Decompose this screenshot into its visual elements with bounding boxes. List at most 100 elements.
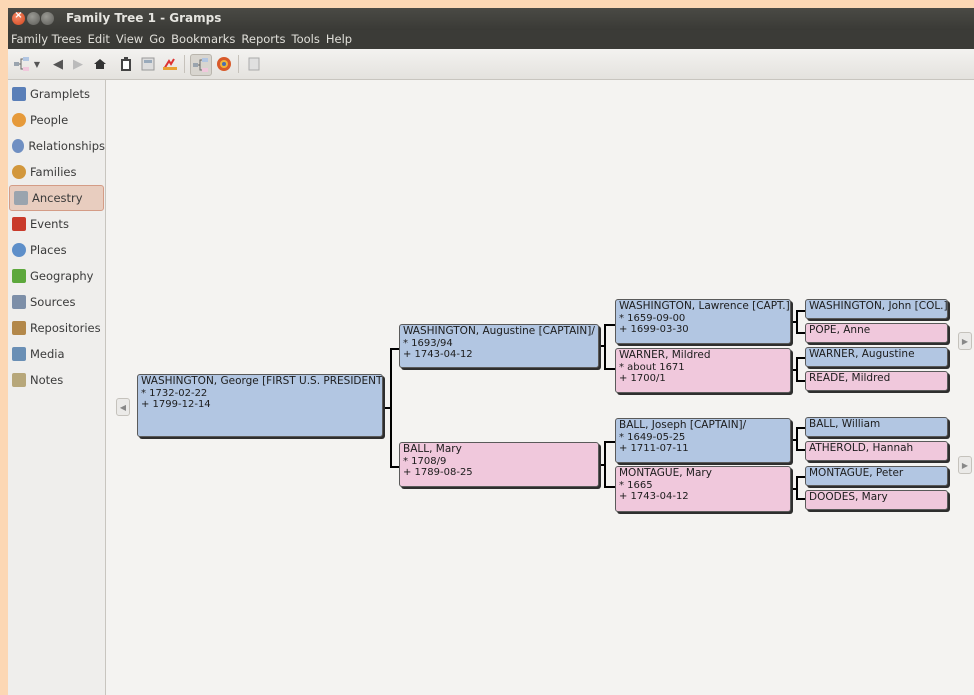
person-box-father[interactable]: WASHINGTON, Augustine [CAPTAIN]/ * 1693/… bbox=[399, 324, 599, 368]
toolbar: ▼ ◀ ▶ bbox=[8, 49, 974, 80]
person-name: ATHEROLD, Hannah bbox=[809, 442, 914, 454]
sidebar-item-events[interactable]: Events bbox=[8, 211, 105, 237]
sidebar-item-label: People bbox=[30, 113, 69, 127]
home-icon[interactable] bbox=[90, 54, 110, 74]
navigate-child-button[interactable]: ◀ bbox=[116, 398, 130, 416]
menu-bookmarks[interactable]: Bookmarks bbox=[168, 30, 238, 46]
person-box-great-grandparent[interactable]: POPE, Anne bbox=[805, 323, 948, 343]
repositories-icon bbox=[12, 321, 26, 335]
sidebar-item-label: Ancestry bbox=[32, 191, 83, 205]
person-box-active[interactable]: WASHINGTON, George [FIRST U.S. PRESIDENT… bbox=[137, 374, 383, 437]
person-name: MONTAGUE, Peter bbox=[809, 467, 904, 479]
media-icon bbox=[12, 347, 26, 361]
navigate-ancestors-button[interactable]: ▶ bbox=[958, 332, 972, 350]
notes-icon bbox=[12, 373, 26, 387]
birth-date: * about 1671 bbox=[619, 361, 685, 373]
person-box-maternal-grandfather[interactable]: BALL, Joseph [CAPTAIN]/ * 1649-05-25 + 1… bbox=[615, 418, 791, 463]
ancestry-icon bbox=[14, 191, 28, 205]
person-box-mother[interactable]: BALL, Mary * 1708/9 + 1789-08-25 bbox=[399, 442, 599, 487]
sidebar-item-ancestry[interactable]: Ancestry bbox=[9, 185, 104, 211]
menu-go[interactable]: Go bbox=[146, 30, 168, 46]
sidebar-item-people[interactable]: People bbox=[8, 107, 105, 133]
connector-line bbox=[796, 427, 798, 451]
bookmark-icon[interactable] bbox=[244, 54, 264, 74]
sidebar-item-label: Media bbox=[30, 347, 65, 361]
toolbar-separator bbox=[238, 55, 239, 73]
person-name: MONTAGUE, Mary bbox=[619, 467, 712, 479]
sidebar-item-families[interactable]: Families bbox=[8, 159, 105, 185]
places-icon bbox=[12, 243, 26, 257]
sidebar-item-label: Families bbox=[30, 165, 77, 179]
sidebar-item-places[interactable]: Places bbox=[8, 237, 105, 263]
connector-line bbox=[390, 348, 392, 468]
connector-line bbox=[796, 357, 798, 382]
menu-edit[interactable]: Edit bbox=[85, 30, 113, 46]
person-name: BALL, Joseph [CAPTAIN]/ bbox=[619, 419, 747, 431]
person-box-paternal-grandmother[interactable]: WARNER, Mildred * about 1671 + 1700/1 bbox=[615, 348, 791, 393]
close-icon: × bbox=[14, 10, 23, 21]
birth-date: * 1708/9 bbox=[403, 455, 447, 467]
sidebar-item-relationships[interactable]: Relationships bbox=[8, 133, 105, 159]
menu-reports[interactable]: Reports bbox=[238, 30, 288, 46]
connector-line bbox=[796, 357, 805, 359]
maximize-window-button[interactable] bbox=[41, 12, 54, 25]
sidebar-item-label: Repositories bbox=[30, 321, 101, 335]
sidebar-item-notes[interactable]: Notes bbox=[8, 367, 105, 393]
sidebar-item-sources[interactable]: Sources bbox=[8, 289, 105, 315]
sidebar-item-label: Geography bbox=[30, 269, 94, 283]
connector-line bbox=[604, 368, 615, 370]
sidebar-item-media[interactable]: Media bbox=[8, 341, 105, 367]
toolbar-separator bbox=[184, 55, 185, 73]
forward-arrow-icon[interactable]: ▶ bbox=[68, 54, 88, 74]
minimize-window-button[interactable] bbox=[27, 12, 40, 25]
person-box-great-grandparent[interactable]: READE, Mildred bbox=[805, 371, 948, 391]
person-box-paternal-grandfather[interactable]: WASHINGTON, Lawrence [CAPT.] * 1659-09-0… bbox=[615, 299, 791, 344]
person-box-maternal-grandmother[interactable]: MONTAGUE, Mary * 1665 + 1743-04-12 bbox=[615, 466, 791, 512]
birth-date: * 1649-05-25 bbox=[619, 431, 686, 443]
sidebar-item-label: Events bbox=[30, 217, 69, 231]
view-dropdown-arrow-icon[interactable]: ▼ bbox=[32, 54, 42, 74]
sidebar-item-gramplets[interactable]: Gramplets bbox=[8, 81, 105, 107]
reports-icon[interactable] bbox=[160, 54, 180, 74]
menu-family-trees[interactable]: Family Trees bbox=[8, 30, 85, 46]
person-box-great-grandparent[interactable]: MONTAGUE, Peter bbox=[805, 466, 948, 486]
person-box-great-grandparent[interactable]: WASHINGTON, John [COL.] bbox=[805, 299, 948, 319]
menu-view[interactable]: View bbox=[113, 30, 146, 46]
person-box-great-grandparent[interactable]: DOODES, Mary bbox=[805, 490, 948, 510]
person-box-great-grandparent[interactable]: WARNER, Augustine bbox=[805, 347, 948, 367]
back-arrow-icon[interactable]: ◀ bbox=[48, 54, 68, 74]
connector-line bbox=[390, 348, 399, 350]
birth-date: * 1693/94 bbox=[403, 337, 453, 349]
person-box-great-grandparent[interactable]: BALL, William bbox=[805, 417, 948, 437]
person-name: BALL, William bbox=[809, 418, 881, 430]
sidebar-item-geography[interactable]: Geography bbox=[8, 263, 105, 289]
connector-line bbox=[796, 332, 805, 334]
sidebar-item-repositories[interactable]: Repositories bbox=[8, 315, 105, 341]
menu-tools[interactable]: Tools bbox=[289, 30, 323, 46]
gramplets-icon bbox=[12, 87, 26, 101]
view-selector-button[interactable] bbox=[12, 54, 32, 74]
connector-line bbox=[796, 476, 805, 478]
death-date: + 1699-03-30 bbox=[619, 324, 689, 335]
person-name: WARNER, Mildred bbox=[619, 349, 711, 361]
birth-date: * 1732-02-22 bbox=[141, 387, 208, 399]
window-title: Family Tree 1 - Gramps bbox=[66, 11, 222, 25]
death-date: + 1743-04-12 bbox=[619, 491, 689, 502]
fan-chart-view-button[interactable] bbox=[214, 54, 234, 74]
pedigree-view-button[interactable] bbox=[190, 54, 212, 76]
clipboard-icon[interactable] bbox=[116, 54, 136, 74]
person-name: WASHINGTON, Lawrence [CAPT.] bbox=[619, 300, 790, 312]
person-box-great-grandparent[interactable]: ATHEROLD, Hannah bbox=[805, 441, 948, 461]
menu-help[interactable]: Help bbox=[323, 30, 355, 46]
death-date: + 1789-08-25 bbox=[403, 467, 473, 478]
fan-chart-icon bbox=[217, 57, 231, 71]
menu-bar: Family Trees Edit View Go Bookmarks Reports To… bbox=[8, 30, 974, 49]
person-name: WASHINGTON, Augustine [CAPTAIN]/ bbox=[403, 325, 595, 337]
config-view-icon[interactable] bbox=[138, 54, 158, 74]
person-name: BALL, Mary bbox=[403, 443, 462, 455]
navigate-ancestors-button[interactable]: ▶ bbox=[958, 456, 972, 474]
connector-line bbox=[796, 310, 798, 334]
connector-line bbox=[604, 441, 606, 488]
close-window-button[interactable]: × bbox=[12, 10, 25, 25]
sources-icon bbox=[12, 295, 26, 309]
